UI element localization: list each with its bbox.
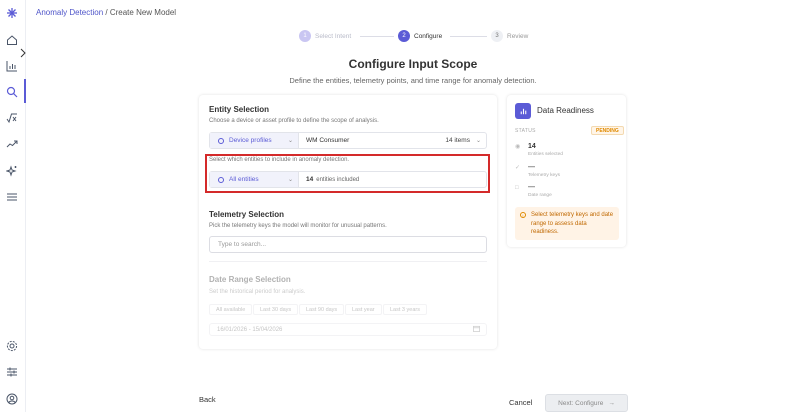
readiness-value: — [528,184,535,191]
menu-icon[interactable] [5,190,19,204]
telemetry-selection-title: Telemetry Selection [209,210,284,219]
trend-line-icon[interactable] [5,137,19,151]
readiness-label: Date range [528,193,552,198]
step-number: 2 [398,30,410,42]
calendar-icon [473,325,480,334]
entity-selection-title: Entity Selection [209,105,270,114]
date-chip-last-90-days[interactable]: Last 90 days [299,304,345,315]
cancel-button[interactable]: Cancel [509,398,532,407]
step-label: Select Intent [315,32,352,40]
date-range-title: Date Range Selection [209,275,291,284]
back-button[interactable]: Back [199,395,216,404]
step-connector [450,36,487,37]
entity-selection-desc: Choose a device or asset profile to defi… [209,118,379,124]
highlight-annotation-box [205,154,490,193]
step-label: Configure [414,32,443,40]
readiness-chart-icon [515,103,531,119]
next-button-label: Next: Configure [558,399,604,407]
readiness-value: 14 [528,143,536,150]
date-range-value: 16/01/2026 - 15/04/2026 [217,326,283,333]
date-chip-last-3-years[interactable]: Last 3 years [383,304,427,315]
telemetry-search-input[interactable]: Type to search... [209,236,487,253]
page-title: Configure Input Scope [348,57,478,71]
date-chip-last-30-days[interactable]: Last 30 days [253,304,299,315]
profile-value-dropdown[interactable]: WM Consumer 14 items ⌄ [299,133,486,148]
date-chip-all-available[interactable]: All available [209,304,253,315]
date-range-desc: Set the historical period for analysis. [209,289,306,295]
step-number: 3 [491,30,503,42]
breadcrumb-current: Create New Model [109,8,177,17]
readiness-row-entities: ◉ 14 Entities selected [515,143,563,158]
sparkle-icon[interactable] [5,164,19,178]
date-range-input[interactable]: 16/01/2026 - 15/04/2026 [209,323,487,336]
profile-value: WM Consumer [306,137,350,144]
readiness-row-date-range: □ — Date range [515,184,552,199]
readiness-alert-text: Select telemetry keys and date range to … [531,212,614,235]
entities-icon: ◉ [515,144,521,150]
sliders-icon[interactable] [5,365,19,379]
chevron-down-icon: ⌄ [287,138,293,144]
readiness-row-telemetry: ✓ — Telemetry keys [515,164,560,179]
readiness-value: — [528,164,535,171]
section-divider [209,261,487,262]
calendar-icon: □ [515,185,519,191]
checkmark-icon: ✓ [515,165,521,171]
status-badge: PENDING [591,126,624,135]
page-subtitle: Define the entities, telemetry points, a… [289,76,537,85]
step-connector [360,36,394,37]
date-chip-last-year[interactable]: Last year [345,304,382,315]
step-number: 1 [299,30,311,42]
chevron-down-icon: ⌄ [475,138,481,144]
user-account-icon[interactable] [5,392,19,406]
formula-icon[interactable] [5,111,19,125]
profile-type-label: Device profiles [229,137,272,144]
profile-selector: Device profiles ⌄ WM Consumer 14 items ⌄ [209,132,487,149]
profile-item-count: 14 items [445,137,470,144]
profile-type-dropdown[interactable]: Device profiles ⌄ [210,133,299,148]
profile-type-icon [218,137,224,144]
breadcrumb-separator: / [103,8,110,17]
arrow-right-icon: → [608,399,615,407]
settings-gear-icon[interactable] [5,339,19,353]
breadcrumb-link-anomaly-detection[interactable]: Anomaly Detection [36,8,103,17]
step-select-intent[interactable]: 1 Select Intent [299,30,351,42]
step-configure: 2 Configure [398,30,442,42]
readiness-label: Telemetry keys [528,173,560,178]
readiness-status-label: STATUS [515,128,536,134]
wizard-stepper: 1 Select Intent 2 Configure 3 Review [0,30,800,42]
data-readiness-panel: Data Readiness STATUS PENDING ◉ 14 Entiti… [507,95,626,247]
anomaly-search-icon[interactable] [5,85,19,99]
info-icon: i [520,212,526,218]
breadcrumb: Anomaly Detection / Create New Model [36,8,176,17]
next-configure-button[interactable]: Next: Configure → [545,394,628,412]
readiness-label: Entities selected [528,152,563,157]
readiness-alert: i Select telemetry keys and date range t… [515,207,619,240]
telemetry-selection-desc: Pick the telemetry keys the model will m… [209,223,387,229]
app-logo-icon[interactable] [5,6,19,20]
readiness-title: Data Readiness [537,106,594,115]
step-review: 3 Review [491,30,528,42]
step-label: Review [507,32,529,40]
